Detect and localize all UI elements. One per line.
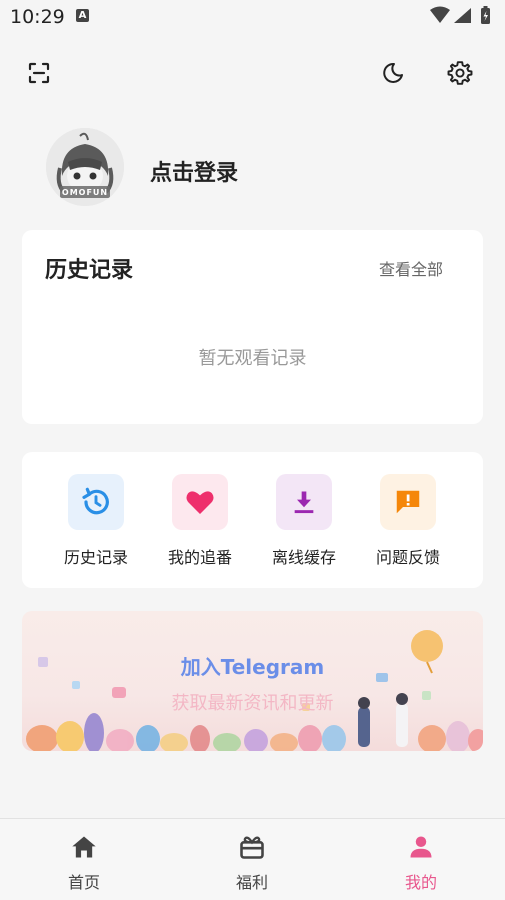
wifi-icon	[430, 6, 450, 23]
nav-home[interactable]: 首页	[24, 833, 144, 893]
history-card: 历史记录 查看全部 暂无观看记录	[22, 230, 483, 424]
view-all-link[interactable]: 查看全部	[379, 256, 443, 280]
quick-action-downloads[interactable]: 离线缓存	[256, 474, 352, 568]
login-button[interactable]: 点击登录	[150, 155, 238, 187]
history-title: 历史记录	[45, 258, 134, 283]
quick-action-label: 历史记录	[63, 548, 128, 567]
feedback-icon	[396, 490, 420, 514]
history-icon	[82, 487, 109, 515]
signal-icon	[454, 8, 471, 23]
gear-icon	[447, 61, 473, 85]
quick-action-favorites[interactable]: 我的追番	[152, 474, 248, 568]
nav-mine[interactable]: 我的	[361, 833, 481, 893]
quick-action-label: 离线缓存	[271, 548, 336, 567]
nav-label-home: 首页	[67, 873, 100, 892]
quick-action-label: 问题反馈	[375, 548, 440, 567]
dark-mode-button[interactable]	[378, 58, 408, 88]
nav-label-mine: 我的	[404, 873, 437, 892]
person-icon	[410, 836, 432, 858]
banner-title: 加入Telegram	[180, 655, 325, 679]
download-icon	[294, 491, 314, 514]
history-icon-tile	[68, 474, 124, 530]
avatar-logo-text: OMOFUN	[61, 188, 109, 197]
quick-actions-card: 历史记录 我的追番 离线缓存 问题反馈	[22, 452, 483, 588]
home-icon	[72, 836, 96, 858]
status-icons	[429, 6, 495, 30]
settings-button[interactable]	[445, 58, 475, 88]
history-empty-text: 暂无观看记录	[198, 348, 307, 369]
status-bar: 10:29 A	[0, 0, 505, 36]
status-time: 10:29	[10, 6, 65, 28]
download-icon-tile	[276, 474, 332, 530]
nav-welfare[interactable]: 福利	[192, 833, 312, 893]
heart-icon	[186, 491, 214, 514]
avatar[interactable]: OMOFUN	[46, 128, 124, 206]
heart-icon-tile	[172, 474, 228, 530]
moon-icon	[383, 62, 403, 83]
feedback-icon-tile	[380, 474, 436, 530]
quick-action-label: 我的追番	[167, 548, 232, 567]
banner-subtitle: 获取最新资讯和更新	[171, 693, 334, 714]
gift-icon	[240, 836, 264, 859]
telegram-banner[interactable]: 加入Telegram 获取最新资讯和更新	[22, 611, 483, 751]
text-a-icon: A	[76, 9, 89, 22]
nav-label-welfare: 福利	[235, 873, 268, 892]
bottom-nav: 首页 福利 我的	[0, 818, 505, 900]
scan-icon	[28, 62, 50, 84]
banner-illustration	[26, 630, 483, 751]
scan-button[interactable]	[24, 58, 54, 88]
battery-icon	[481, 6, 490, 24]
quick-action-feedback[interactable]: 问题反馈	[360, 474, 456, 568]
quick-action-history[interactable]: 历史记录	[48, 474, 144, 568]
